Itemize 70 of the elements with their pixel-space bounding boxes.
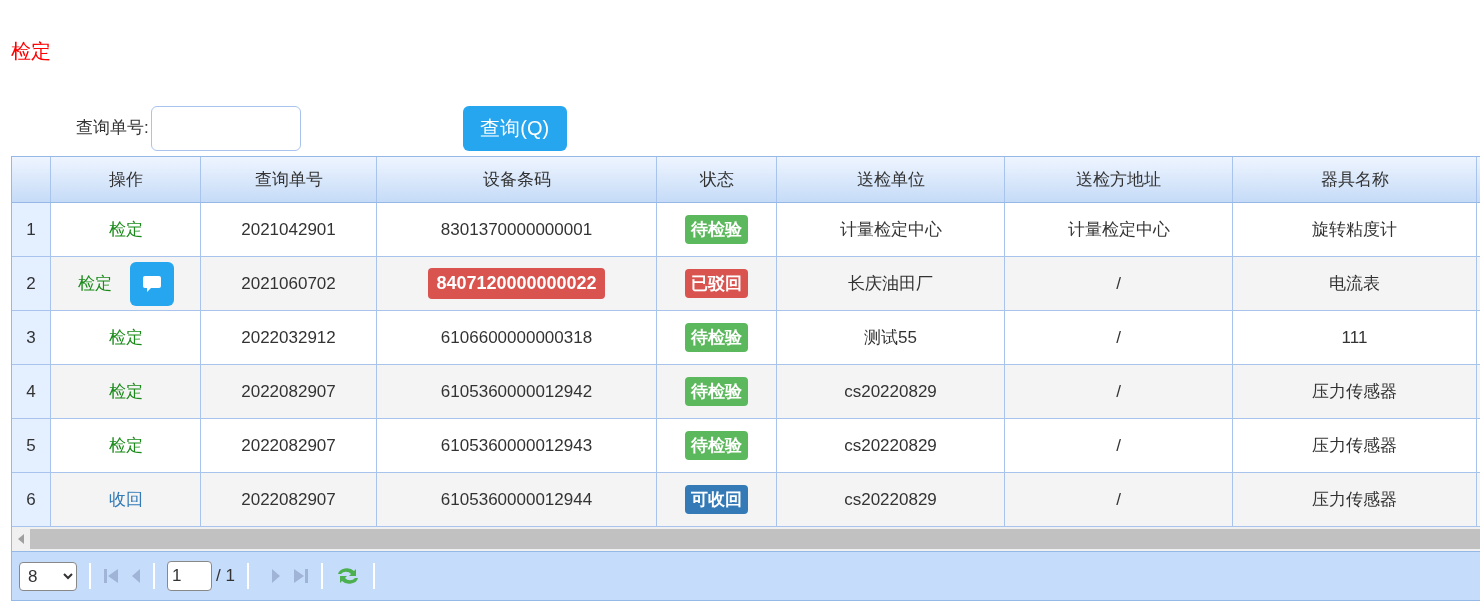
action-link[interactable]: 检定 [108, 216, 143, 243]
inspection-unit: 长庆油田厂 [848, 272, 933, 295]
sender-address: / [1116, 380, 1121, 403]
sender-address: / [1116, 326, 1121, 349]
status-badge: 已驳回 [685, 268, 748, 299]
instrument-name: 111 [1341, 326, 1368, 349]
order-number: 2022032912 [241, 326, 336, 349]
row-number: 6 [26, 488, 36, 511]
first-page-icon[interactable] [103, 568, 119, 584]
barcode: 6106600000000318 [440, 326, 593, 349]
status-badge: 待检验 [685, 430, 748, 461]
chat-bubble-icon [141, 274, 162, 293]
action-link[interactable]: 检定 [108, 432, 143, 459]
row-number: 1 [26, 218, 36, 241]
action-link[interactable]: 收回 [108, 486, 143, 513]
inspection-unit: cs20220829 [844, 488, 937, 511]
column-header: 状态 [699, 168, 734, 191]
column-header: 操作 [108, 168, 143, 191]
inspection-unit: 计量检定中心 [839, 218, 942, 241]
barcode: 6105360000012942 [440, 380, 593, 403]
order-number-field[interactable] [150, 105, 301, 151]
action-link[interactable]: 检定 [108, 324, 143, 351]
instrument-name: 压力传感器 [1312, 380, 1397, 403]
message-button[interactable] [129, 261, 174, 306]
instrument-name: 旋转粘度计 [1312, 218, 1397, 241]
column-header: 送检方地址 [1076, 168, 1161, 191]
horizontal-scrollbar[interactable] [12, 527, 1480, 552]
previous-page-icon[interactable] [131, 568, 141, 584]
status-badge: 可收回 [685, 484, 748, 515]
sender-address: 计量检定中心 [1067, 218, 1170, 241]
inspection-unit: 测试55 [864, 326, 917, 349]
action-link[interactable]: 检定 [77, 270, 112, 297]
order-number: 2022082907 [241, 488, 336, 511]
order-number: 2021060702 [241, 272, 336, 295]
barcode: 6105360000012943 [440, 434, 593, 457]
barcode: 6105360000012944 [440, 488, 593, 511]
column-header: 送检单位 [856, 168, 925, 191]
instrument-name: 压力传感器 [1312, 434, 1397, 457]
sender-address: / [1116, 488, 1121, 511]
row-number: 3 [26, 326, 36, 349]
row-number: 2 [26, 272, 36, 295]
order-number: 2021042901 [241, 218, 336, 241]
query-button[interactable]: 查询(Q) [462, 105, 567, 151]
barcode: 8301370000000001 [440, 218, 593, 241]
order-number: 2022082907 [241, 434, 336, 457]
inspection-unit: cs20220829 [844, 434, 937, 457]
status-badge: 待检验 [685, 376, 748, 407]
search-label: 查询单号: [76, 117, 149, 140]
column-header: 查询单号 [254, 168, 323, 191]
column-header: 器具名称 [1320, 168, 1389, 191]
next-page-icon[interactable] [270, 568, 281, 584]
page-title: 检定 [11, 40, 51, 62]
page-number-field[interactable]: 1 [167, 561, 212, 591]
barcode-badge: 8407120000000022 [428, 268, 605, 299]
scroll-left-icon[interactable] [17, 534, 25, 544]
sender-address: / [1116, 272, 1121, 295]
action-link[interactable]: 检定 [108, 378, 143, 405]
page-size-select[interactable]: 8 [19, 561, 77, 591]
instrument-name: 电流表 [1329, 272, 1380, 295]
order-number: 2022082907 [241, 380, 336, 403]
status-badge: 待检验 [685, 322, 748, 353]
instrument-name: 压力传感器 [1312, 488, 1397, 511]
status-badge: 待检验 [685, 214, 748, 245]
sender-address: / [1116, 434, 1121, 457]
inspection-unit: cs20220829 [844, 380, 937, 403]
column-header: 设备条码 [482, 168, 551, 191]
last-page-icon[interactable] [292, 568, 309, 584]
row-number: 4 [26, 380, 36, 403]
row-number: 5 [26, 434, 36, 457]
page-total: / 1 [216, 565, 235, 588]
